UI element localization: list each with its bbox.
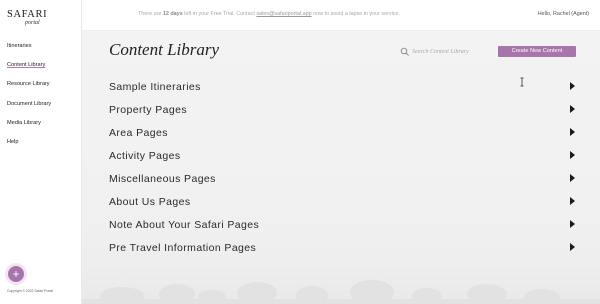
user-greeting[interactable]: Hello, Rachel (Agent)	[538, 11, 589, 17]
safari-portal-logo[interactable]: SAFARI portal	[7, 9, 47, 27]
sidebar-item-help[interactable]: Help	[7, 139, 51, 146]
list-item-label: Note About Your Safari Pages	[109, 219, 260, 231]
sidebar-nav: Itineraries Content Library Resource Lib…	[7, 43, 51, 158]
sidebar-item-itineraries[interactable]: Itineraries	[7, 43, 51, 50]
list-item[interactable]: Sample Itineraries	[109, 80, 575, 94]
trial-suffix: now to avoid a lapse in your service.	[311, 11, 400, 17]
list-item-label: About Us Pages	[109, 196, 191, 208]
caret-right-icon	[570, 243, 575, 251]
caret-right-icon	[570, 174, 575, 182]
plus-icon: +	[12, 267, 20, 281]
top-bar: There are 12 days left in your Free Tria…	[82, 0, 600, 31]
sidebar-item-content-library[interactable]: Content Library	[7, 62, 51, 69]
list-item-label: Property Pages	[109, 104, 187, 116]
list-item[interactable]: Activity Pages	[109, 149, 575, 163]
list-item-label: Pre Travel Information Pages	[109, 242, 257, 254]
list-item[interactable]: Pre Travel Information Pages	[109, 241, 575, 255]
logo-subtitle: portal	[25, 20, 40, 26]
list-item[interactable]: Property Pages	[109, 103, 575, 117]
trial-days: 12 days	[162, 11, 183, 17]
search-input[interactable]	[412, 47, 492, 57]
caret-right-icon	[570, 220, 575, 228]
list-item-label: Area Pages	[109, 127, 168, 139]
caret-right-icon	[570, 151, 575, 159]
sidebar-item-resource-library[interactable]: Resource Library	[7, 81, 51, 88]
list-item[interactable]: Area Pages	[109, 126, 575, 140]
copyright-text: Copyright © 2022 Safari Portal	[7, 289, 54, 293]
caret-right-icon	[570, 105, 575, 113]
sidebar-item-media-library[interactable]: Media Library	[7, 120, 51, 127]
trial-middle: left in your Free Trial. Contact	[182, 11, 257, 17]
create-new-content-button[interactable]: Create New Content	[498, 46, 576, 57]
list-item[interactable]: Miscellaneous Pages	[109, 172, 575, 186]
elephants-background-image	[82, 280, 600, 304]
content-area: Content Library Create New Content Sampl…	[82, 31, 600, 304]
search-box[interactable]	[400, 47, 492, 57]
page-title: Content Library	[109, 40, 220, 59]
caret-right-icon	[570, 197, 575, 205]
list-item-label: Activity Pages	[109, 150, 181, 162]
caret-right-icon	[570, 128, 575, 136]
trial-prefix: There are	[138, 11, 163, 17]
list-item[interactable]: About Us Pages	[109, 195, 575, 209]
sidebar-item-document-library[interactable]: Document Library	[7, 101, 51, 108]
search-icon	[400, 47, 409, 56]
caret-right-icon	[570, 82, 575, 90]
sales-email-link[interactable]: sales@safariportal.app	[256, 11, 311, 17]
list-item[interactable]: Note About Your Safari Pages	[109, 218, 575, 232]
list-item-label: Sample Itineraries	[109, 81, 201, 93]
logo-wordmark: SAFARI	[7, 9, 48, 20]
add-fab-button[interactable]: +	[8, 266, 24, 282]
list-item-label: Miscellaneous Pages	[109, 173, 216, 185]
trial-notice: There are 12 days left in your Free Tria…	[138, 11, 400, 17]
sidebar: SAFARI portal Itineraries Content Librar…	[0, 0, 82, 304]
